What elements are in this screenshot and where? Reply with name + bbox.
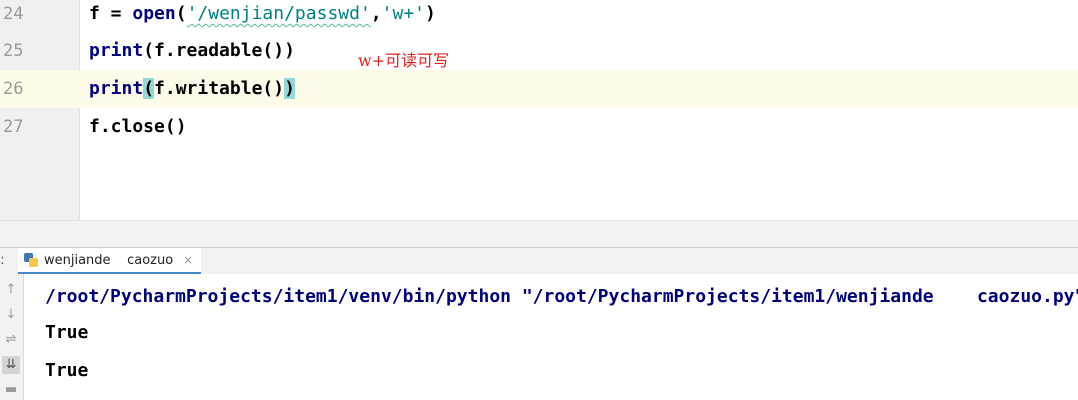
code-editor[interactable]: 24 f = open('/wenjian/passwd','w+') 25 p… — [0, 0, 1078, 220]
up-arrow-icon[interactable]: ↑ — [2, 281, 20, 299]
handwritten-annotation: w+可读可写 — [358, 51, 450, 70]
down-arrow-icon[interactable]: ↓ — [2, 306, 20, 324]
keyword-token: print — [89, 78, 144, 99]
panel-divider[interactable] — [0, 220, 1078, 247]
run-side-toolbar: ↑ ↓ ⇌ ⇊ ▬ — [0, 274, 24, 400]
brace-match-close: ) — [284, 78, 295, 99]
close-icon[interactable]: × — [183, 253, 193, 267]
string-token: 'w+' — [381, 3, 425, 24]
line-number: 24 — [3, 4, 24, 24]
scroll-to-end-icon[interactable]: ⇊ — [2, 356, 20, 374]
soft-wrap-icon[interactable]: ⇌ — [2, 331, 20, 349]
code-token: , — [370, 3, 382, 24]
code-token: f.writable() — [154, 78, 285, 99]
line-number: 25 — [3, 41, 24, 61]
print-icon[interactable]: ▬ — [2, 381, 20, 399]
code-text[interactable]: f = open('/wenjian/passwd','w+') — [89, 0, 436, 33]
brace-match-open: ( — [143, 78, 155, 99]
code-text[interactable]: print(f.writable()) — [89, 70, 295, 108]
code-line-25[interactable]: 25 print(f.readable()) — [0, 32, 1078, 70]
console-output-line: True — [45, 322, 89, 343]
console-command-line: /root/PycharmProjects/item1/venv/bin/pyt… — [45, 286, 1078, 307]
keyword-token: print — [89, 40, 144, 61]
run-tab-label: wenjiande caozuo — [44, 252, 174, 268]
code-token: f = — [89, 3, 133, 24]
code-token: ( — [175, 3, 187, 24]
run-tab[interactable]: wenjiande caozuo × — [18, 248, 202, 274]
code-line-27[interactable]: 27 f.close() — [0, 108, 1078, 146]
code-line-24[interactable]: 24 f = open('/wenjian/passwd','w+') — [0, 0, 1078, 33]
code-token: (f.readable()) — [143, 40, 295, 61]
code-line-26[interactable]: 26 print(f.writable()) — [0, 70, 1078, 108]
console-output[interactable]: /root/PycharmProjects/item1/venv/bin/pyt… — [24, 274, 1078, 400]
line-number: 27 — [3, 117, 24, 137]
string-token: '/wenjian/passwd' — [186, 3, 371, 24]
code-text[interactable]: f.close() — [89, 108, 187, 146]
run-tool-window-header: : wenjiande caozuo × — [0, 247, 1078, 274]
code-token: ) — [425, 3, 436, 24]
keyword-token: open — [132, 3, 176, 24]
line-number: 26 — [0, 70, 79, 108]
more-icon[interactable]: : — [0, 252, 5, 268]
python-icon — [24, 253, 38, 267]
code-text[interactable]: print(f.readable()) — [89, 32, 295, 70]
console-output-line: True — [45, 360, 89, 381]
